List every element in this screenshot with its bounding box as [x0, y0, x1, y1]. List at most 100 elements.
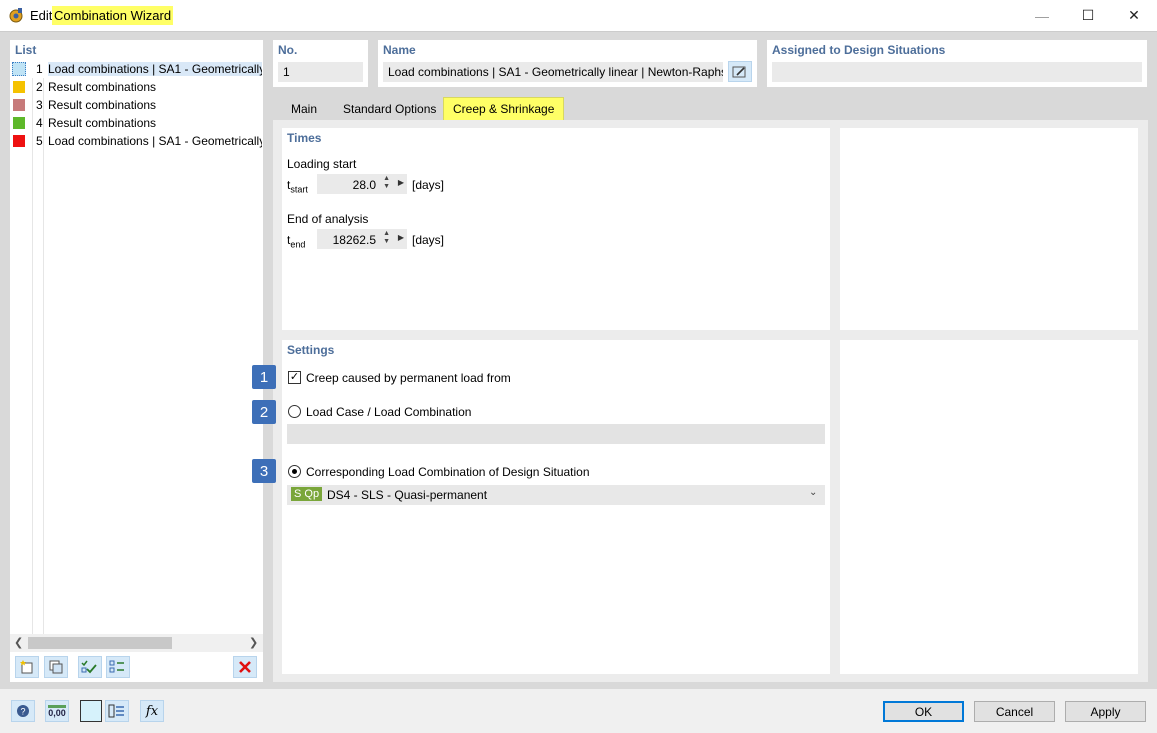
list-item-number: 5 [36, 134, 43, 148]
check-all-icon [81, 660, 97, 674]
list-item-number: 4 [36, 116, 43, 130]
toggle-check-icon [109, 660, 124, 673]
loading-start-label: Loading start [287, 157, 357, 171]
new-item-button[interactable] [15, 656, 39, 678]
maximize-icon: ☐ [1081, 7, 1095, 23]
copy-item-button[interactable] [44, 656, 68, 678]
help-icon: ? [17, 705, 29, 717]
tstart-unit: [days] [412, 178, 445, 192]
load-case-radio[interactable] [288, 405, 301, 418]
tab-standard-options[interactable]: Standard Options [334, 98, 445, 120]
list-item[interactable]: 1 Load combinations | SA1 - Geometricall… [10, 60, 263, 78]
creep-checkbox[interactable]: ✓ [288, 371, 301, 384]
color-swatch [13, 99, 25, 111]
close-icon: ✕ [1128, 7, 1140, 23]
scroll-right-icon[interactable]: ❯ [249, 636, 258, 649]
spin-right-icon[interactable]: ▶ [398, 233, 404, 242]
window-title-prefix: Edit [30, 8, 53, 23]
tend-symbol: tend [287, 233, 306, 250]
assigned-label: Assigned to Design Situations [772, 43, 946, 57]
ok-button[interactable]: OK [883, 701, 964, 722]
name-label: Name [383, 43, 416, 57]
spin-arrows-icon[interactable]: ▲ ▼ [383, 175, 390, 191]
design-situation-radio[interactable] [288, 465, 301, 478]
settings-card [282, 340, 830, 674]
tend-spinner[interactable]: 18262.5 ▲ ▼ ▶ [317, 229, 407, 249]
list-item[interactable]: 3 Result combinations [10, 96, 263, 114]
list-header: List [15, 43, 37, 57]
delete-icon [239, 661, 251, 673]
list-item-label: Result combinations [48, 98, 157, 112]
title-bar: Edit Combination Wizard — ☐ ✕ [0, 0, 1157, 31]
list-item-number: 2 [36, 80, 43, 94]
minimize-button[interactable]: — [1019, 0, 1065, 31]
color-swatch [13, 117, 25, 129]
color-swatch [13, 81, 25, 93]
close-button[interactable]: ✕ [1111, 0, 1157, 31]
list-item[interactable]: 5 Load combinations | SA1 - Geometricall… [10, 132, 263, 150]
color-swatch [13, 135, 25, 147]
scroll-left-icon[interactable]: ❮ [14, 636, 23, 649]
ds-value: DS4 - SLS - Quasi-permanent [327, 488, 488, 502]
tend-value: 18262.5 [332, 233, 376, 247]
display-button[interactable] [105, 700, 129, 722]
list-item[interactable]: 2 Result combinations [10, 78, 263, 96]
minimize-icon: — [1035, 7, 1049, 24]
callout-badge: 1 [252, 365, 276, 389]
formula-button[interactable]: fx [140, 700, 164, 722]
end-of-analysis-label: End of analysis [287, 212, 369, 226]
function-icon: fx [145, 703, 159, 719]
tab-main[interactable]: Main [282, 98, 326, 120]
list-item-number: 3 [36, 98, 43, 112]
load-case-select[interactable] [287, 424, 825, 444]
svg-text:?: ? [20, 707, 25, 717]
load-case-label: Load Case / Load Combination [306, 405, 472, 419]
spin-right-icon[interactable]: ▶ [398, 178, 404, 187]
copy-icon [49, 660, 63, 674]
name-field[interactable]: Load combinations | SA1 - Geometrically … [383, 62, 723, 82]
new-item-icon [20, 660, 33, 674]
number-field[interactable]: 1 [278, 62, 363, 82]
edit-pencil-icon [732, 66, 746, 77]
tab-creep-shrinkage[interactable]: Creep & Shrinkage [443, 97, 565, 121]
color-swatch [12, 62, 26, 76]
design-situation-select[interactable]: S Qp DS4 - SLS - Quasi-permanent ⌄ [287, 485, 825, 505]
list-item-label: Result combinations [48, 116, 157, 130]
assigned-field[interactable] [772, 62, 1142, 82]
tstart-spinner[interactable]: 28.0 ▲ ▼ ▶ [317, 174, 407, 194]
apply-button[interactable]: Apply [1065, 701, 1146, 722]
callout-badge: 3 [252, 459, 276, 483]
settings-title: Settings [287, 343, 335, 357]
units-label: 0,00 [48, 704, 66, 718]
tstart-value: 28.0 [352, 178, 376, 192]
cancel-button[interactable]: Cancel [974, 701, 1055, 722]
tstart-symbol: tstart [287, 178, 308, 195]
units-button[interactable]: 0,00 [45, 700, 69, 722]
times-title: Times [287, 131, 322, 145]
app-icon [8, 7, 24, 23]
list-item-label: Load combinations | SA1 - Geometrically … [48, 134, 262, 148]
chevron-down-icon: ⌄ [809, 487, 818, 498]
ds-tag: S Qp [291, 487, 323, 501]
check-all-button[interactable] [78, 656, 102, 678]
settings-side-card [840, 340, 1138, 674]
design-situation-label: Corresponding Load Combination of Design… [306, 465, 590, 479]
spin-arrows-icon[interactable]: ▲ ▼ [383, 230, 390, 246]
color-button[interactable] [80, 700, 102, 722]
toggle-check-button[interactable] [106, 656, 130, 678]
scrollbar-thumb[interactable] [28, 637, 172, 649]
list-item[interactable]: 4 Result combinations [10, 114, 263, 132]
help-button[interactable]: ? [11, 700, 35, 722]
delete-button[interactable] [233, 656, 257, 678]
tend-unit: [days] [412, 233, 445, 247]
list-item-label: Load combinations | SA1 - Geometrically … [48, 62, 262, 76]
list-divider [32, 78, 33, 634]
maximize-button[interactable]: ☐ [1065, 0, 1111, 31]
list-item-label: Result combinations [48, 80, 157, 94]
display-icon [108, 704, 124, 718]
edit-name-button[interactable] [728, 61, 752, 82]
number-label: No. [278, 43, 298, 57]
window-title: Combination Wizard [52, 6, 174, 25]
times-side-card [840, 128, 1138, 330]
list-divider [43, 78, 44, 634]
